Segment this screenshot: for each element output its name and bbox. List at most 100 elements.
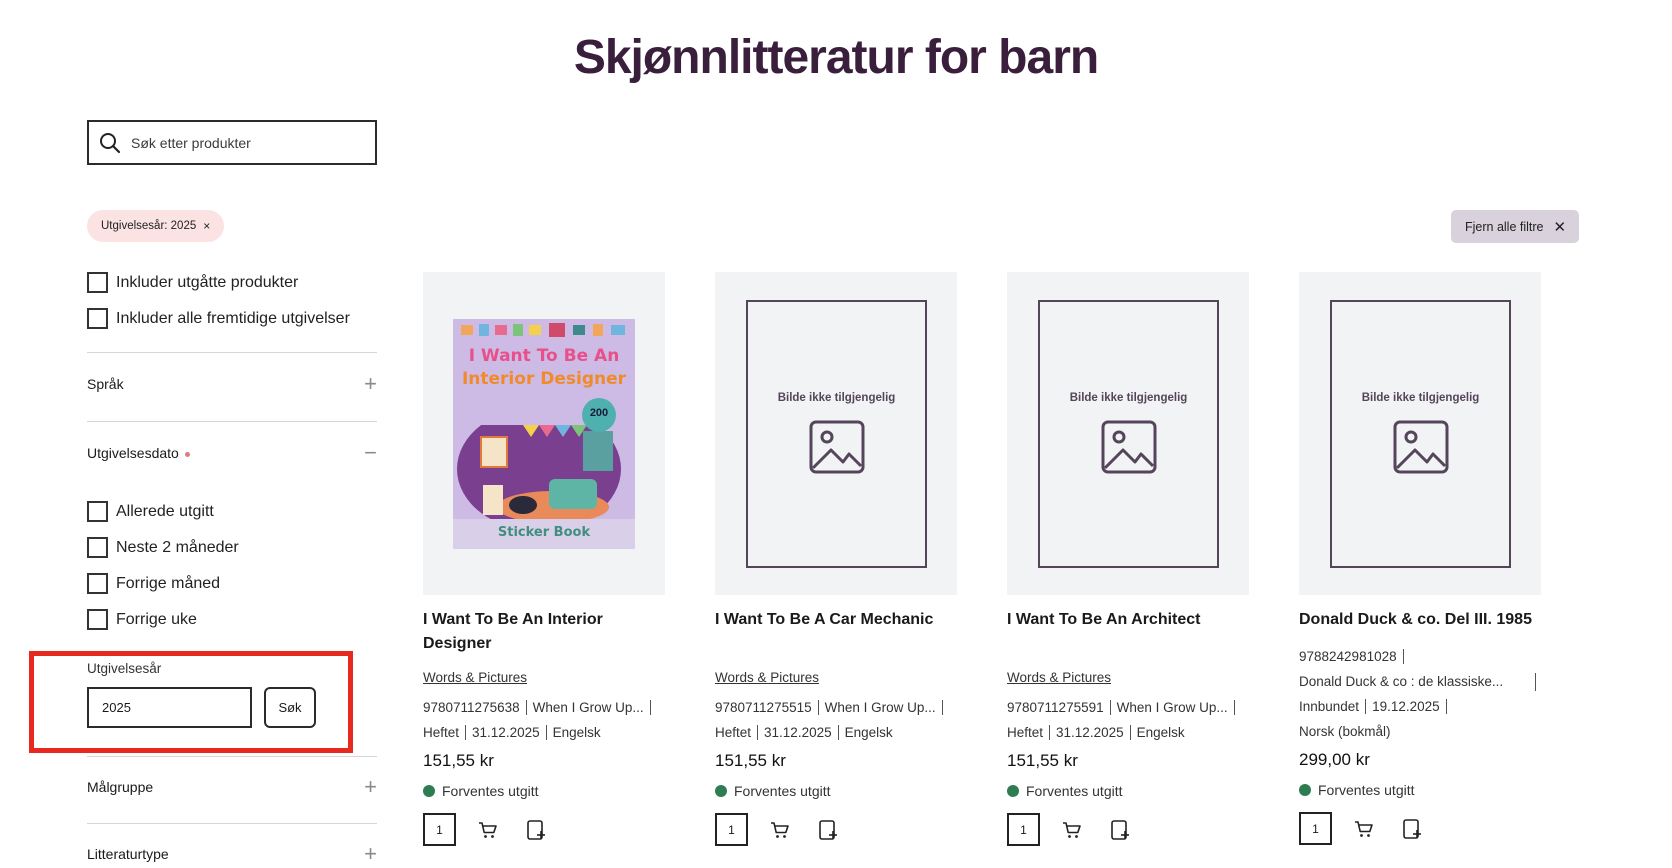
clear-all-label: Fjern alle filtre <box>1465 219 1544 234</box>
product-publisher-link[interactable]: Words & Pictures <box>1007 670 1249 690</box>
facet-label: Målgruppe <box>87 779 154 795</box>
add-to-list-icon[interactable] <box>818 819 838 841</box>
product-title[interactable]: I Want To Be An Architect <box>1007 608 1249 656</box>
minus-icon[interactable]: − <box>364 442 377 464</box>
status-label: Forventes utgitt <box>1318 782 1415 798</box>
image-placeholder: Bilde ikke tilgjengelig <box>1038 300 1219 568</box>
date-option-next-2-months[interactable]: Neste 2 måneder <box>87 537 239 558</box>
status-label: Forventes utgitt <box>734 783 831 799</box>
search-box[interactable] <box>87 120 377 165</box>
facet-label: Litteraturtype <box>87 846 169 862</box>
product-publisher-link[interactable]: Words & Pictures <box>423 670 665 690</box>
highlight-box <box>29 651 353 753</box>
date-option-last-month[interactable]: Forrige måned <box>87 573 220 594</box>
quantity-input[interactable]: 1 <box>423 813 456 846</box>
cover-footer: Sticker Book <box>497 525 591 540</box>
product-meta: 9780711275638 When I Grow Up... Heftet 31.… <box>423 695 665 745</box>
product-meta: 9780711275591 When I Grow Up... Heftet 31.… <box>1007 695 1249 745</box>
status-dot <box>715 785 727 797</box>
checkbox[interactable] <box>87 537 108 558</box>
placeholder-text: Bilde ikke tilgjengelig <box>1361 392 1480 404</box>
divider <box>87 421 377 422</box>
option-label: Forrige uke <box>116 610 197 628</box>
product-card[interactable]: Bilde ikke tilgjengelig I Want To Be An … <box>1007 272 1249 846</box>
placeholder-text: Bilde ikke tilgjengelig <box>777 392 896 404</box>
product-image[interactable]: I Want To Be An Interior Designer 200 St… <box>423 272 665 595</box>
product-card[interactable]: I Want To Be An Interior Designer 200 St… <box>423 272 665 846</box>
checkbox[interactable] <box>87 609 108 630</box>
quantity-input[interactable]: 1 <box>715 813 748 846</box>
page-title: Skjønnlitteratur for barn <box>573 31 1099 84</box>
product-isbn: 9780711275591 <box>1007 700 1111 715</box>
product-price: 299,00 kr <box>1299 750 1370 769</box>
product-title[interactable]: Donald Duck & co. Del III. 1985 <box>1299 608 1541 632</box>
plus-icon[interactable]: + <box>364 776 377 798</box>
option-include-future[interactable]: Inkluder alle fremtidige utgivelser <box>87 308 350 329</box>
product-series: When I Grow Up... <box>824 700 943 715</box>
date-option-last-week[interactable]: Forrige uke <box>87 609 197 630</box>
add-to-list-icon[interactable] <box>526 819 546 841</box>
add-to-list-icon[interactable] <box>1110 819 1130 841</box>
plus-icon[interactable]: + <box>364 843 377 865</box>
status-label: Forventes utgitt <box>1026 783 1123 799</box>
clear-all-filters-button[interactable]: Fjern alle filtre ✕ <box>1451 210 1580 243</box>
product-card[interactable]: Bilde ikke tilgjengelig Donald Duck & co… <box>1299 272 1541 845</box>
date-option-released[interactable]: Allerede utgitt <box>87 501 214 522</box>
product-price: 151,55 kr <box>1007 751 1078 770</box>
cart-icon[interactable] <box>770 820 790 840</box>
product-isbn: 9788242981028 <box>1299 649 1404 664</box>
product-isbn: 9780711275638 <box>423 700 527 715</box>
product-status: Forventes utgitt <box>423 783 665 799</box>
cover-title-line1: I Want To Be An <box>468 346 620 366</box>
product-meta: 9780711275515 When I Grow Up... Heftet 31.… <box>715 695 957 745</box>
active-indicator-dot <box>184 451 190 457</box>
product-actions: 1 <box>1007 813 1249 846</box>
option-label: Forrige måned <box>116 574 221 592</box>
image-placeholder-icon <box>809 420 864 474</box>
close-icon[interactable]: × <box>203 219 210 233</box>
product-series: Donald Duck & co : de klassiske... <box>1299 674 1504 689</box>
checkbox[interactable] <box>87 573 108 594</box>
product-meta: 9788242981028 Donald Duck & co : de klas… <box>1299 644 1541 744</box>
quantity-input[interactable]: 1 <box>1007 813 1040 846</box>
search-input[interactable] <box>131 134 351 151</box>
facet-literature-type[interactable]: Litteraturtype + <box>87 843 377 865</box>
product-actions: 1 <box>1299 812 1541 845</box>
product-status: Forventes utgitt <box>715 783 957 799</box>
product-image[interactable]: Bilde ikke tilgjengelig <box>1299 272 1541 595</box>
facet-language[interactable]: Språk + <box>87 373 377 395</box>
option-label: Allerede utgitt <box>116 502 214 520</box>
divider <box>87 823 377 824</box>
cover-title-line2: Interior Designer <box>461 369 627 389</box>
option-include-discontinued[interactable]: Inkluder utgåtte produkter <box>87 272 298 293</box>
product-status: Forventes utgitt <box>1007 783 1249 799</box>
plus-icon[interactable]: + <box>364 373 377 395</box>
product-publisher-link[interactable]: Words & Pictures <box>715 670 957 690</box>
product-title[interactable]: I Want To Be An Interior Designer <box>423 608 665 656</box>
cart-icon[interactable] <box>1062 820 1082 840</box>
product-price: 151,55 kr <box>423 751 494 770</box>
add-to-list-icon[interactable] <box>1402 818 1422 840</box>
active-filter-chip[interactable]: Utgivelsesår: 2025 × <box>87 210 225 242</box>
image-placeholder: Bilde ikke tilgjengelig <box>1330 300 1511 568</box>
product-language: Engelsk <box>1136 725 1185 740</box>
product-card[interactable]: Bilde ikke tilgjengelig I Want To Be A C… <box>715 272 957 846</box>
product-image[interactable]: Bilde ikke tilgjengelig <box>1007 272 1249 595</box>
status-dot <box>1007 785 1019 797</box>
product-format: Innbundet <box>1299 699 1367 714</box>
quantity-input[interactable]: 1 <box>1299 812 1332 845</box>
product-price: 151,55 kr <box>715 751 786 770</box>
cart-icon[interactable] <box>1354 819 1374 839</box>
product-date: 19.12.2025 <box>1372 699 1447 714</box>
facet-release-date[interactable]: Utgivelsesdato − <box>87 442 377 464</box>
product-date: 31.12.2025 <box>472 725 547 740</box>
product-actions: 1 <box>715 813 957 846</box>
checkbox[interactable] <box>87 308 108 329</box>
cart-icon[interactable] <box>478 820 498 840</box>
checkbox[interactable] <box>87 501 108 522</box>
product-title[interactable]: I Want To Be A Car Mechanic <box>715 608 957 656</box>
product-image[interactable]: Bilde ikke tilgjengelig <box>715 272 957 595</box>
checkbox[interactable] <box>87 272 108 293</box>
option-label: Inkluder alle fremtidige utgivelser <box>116 309 350 327</box>
facet-audience[interactable]: Målgruppe + <box>87 776 377 798</box>
